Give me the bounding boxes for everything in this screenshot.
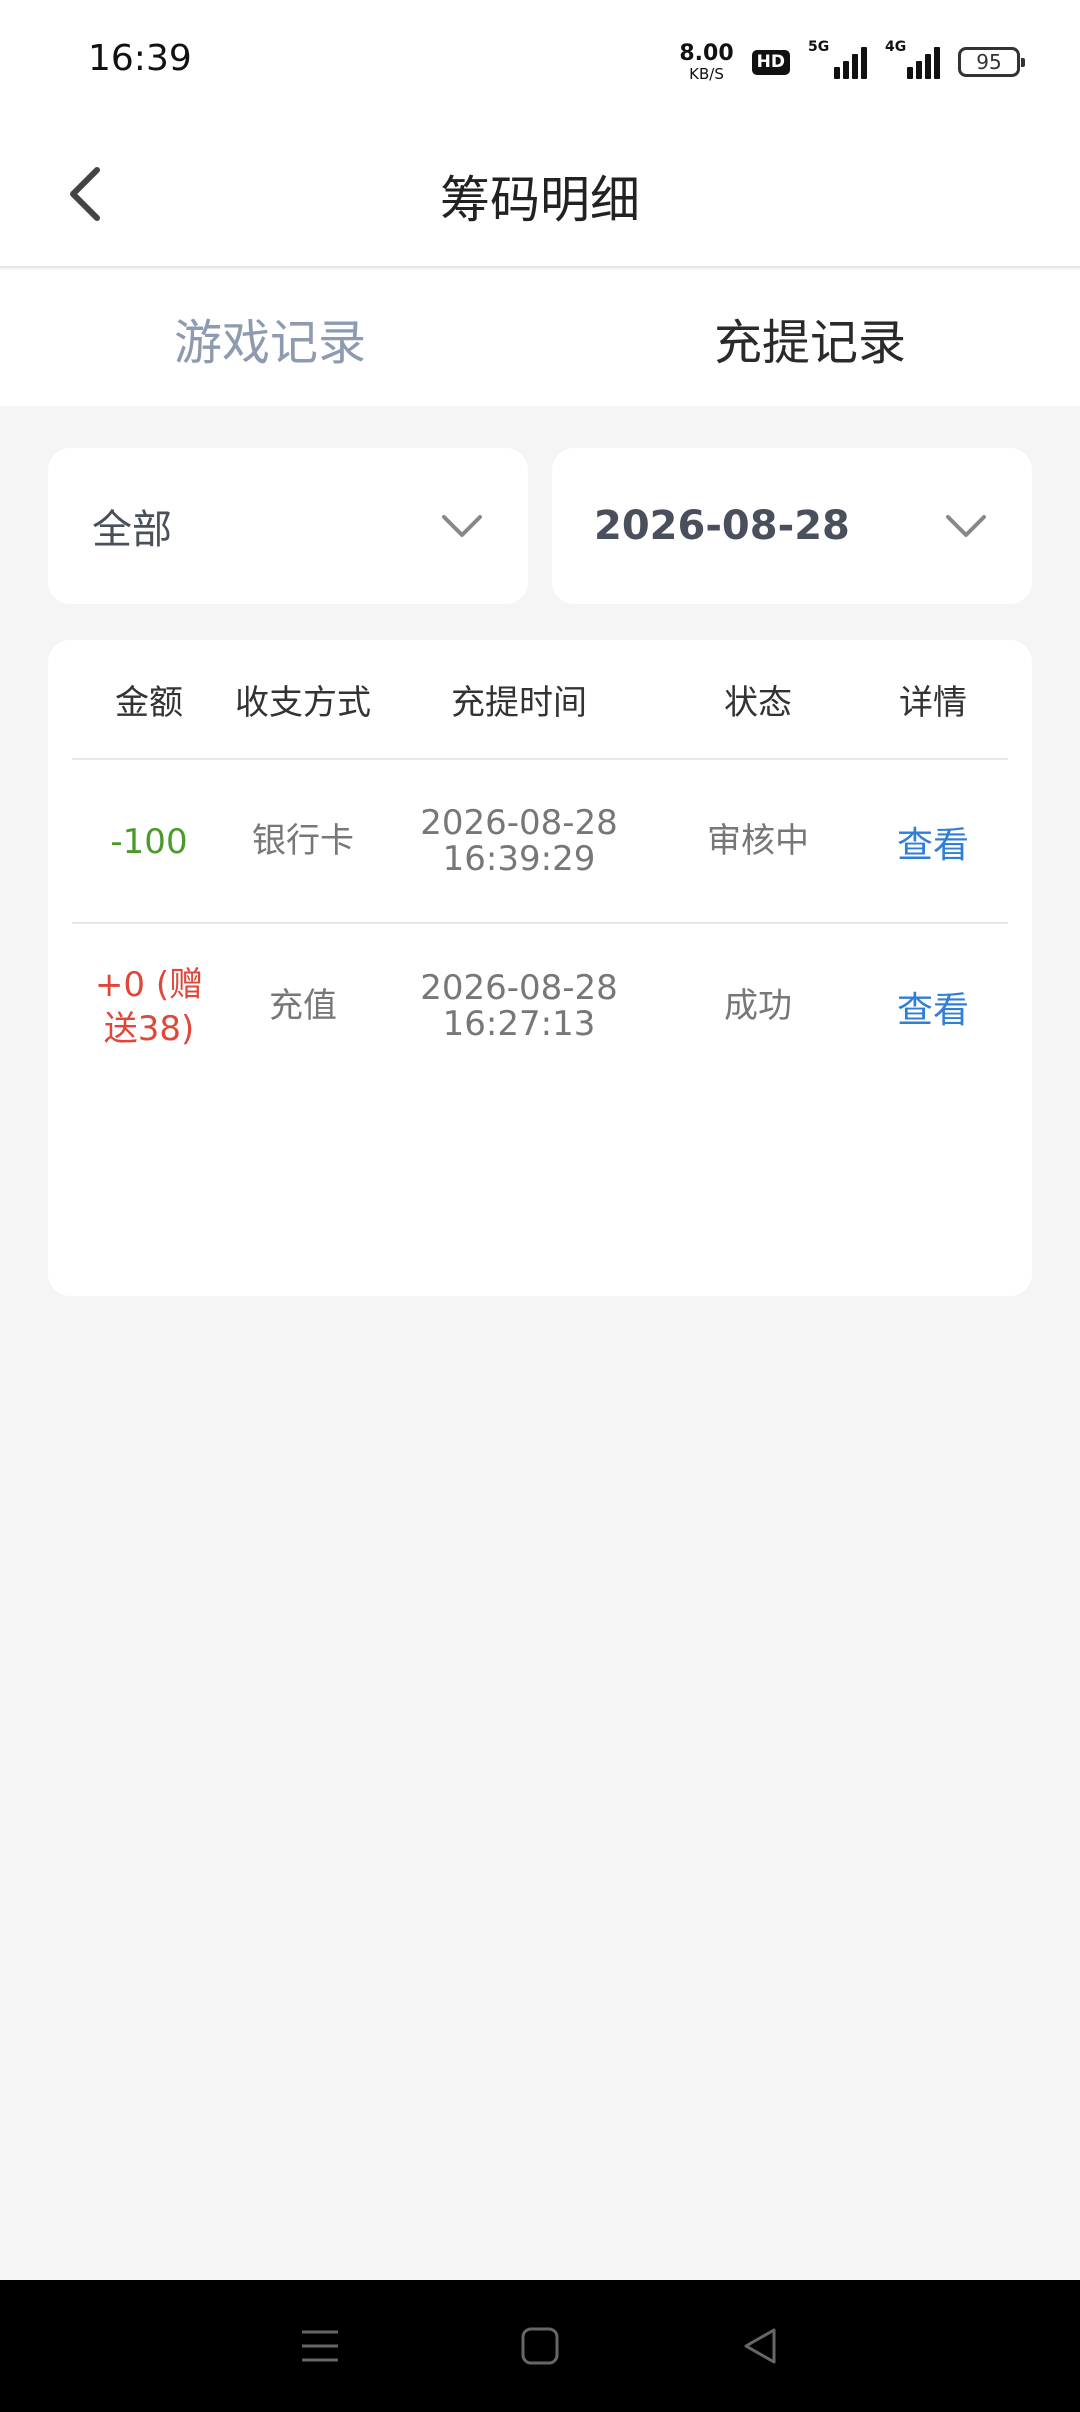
battery-icon: 95	[958, 47, 1025, 77]
records-table: 金额 收支方式 充提时间 状态 详情 -100 银行卡 2026-08-28 1…	[48, 640, 1032, 1296]
tab-deposit-withdraw-records[interactable]: 充提记录	[540, 270, 1080, 406]
battery-level: 95	[976, 50, 1002, 74]
column-header-status: 状态	[724, 682, 792, 723]
signal-4g-label: 4G	[885, 39, 907, 55]
type-filter-value: 全部	[92, 507, 172, 553]
page: 16:39 8.00 KB/S HD 5G 4G 95 筹码明细 游戏记录 充提…	[0, 0, 1080, 2412]
signal-4g-icon: 4G	[885, 39, 940, 79]
date-filter-value: 2026-08-28	[594, 503, 850, 549]
row-amount: -100	[110, 822, 188, 862]
column-header-amount: 金额	[115, 682, 183, 723]
row-status: 成功	[724, 986, 792, 1027]
network-speed-unit: KB/S	[689, 64, 724, 83]
table-row: +0 (赠 送38) 充值 2026-08-28 16:27:13 成功 查看	[72, 926, 1008, 1088]
status-indicators: 8.00 KB/S HD 5G 4G 95	[679, 38, 1025, 86]
row-method: 充值	[269, 986, 337, 1027]
table-header: 金额 收支方式 充提时间 状态 详情	[72, 640, 1008, 760]
column-header-detail: 详情	[899, 682, 967, 723]
tab-bar: 游戏记录 充提记录	[0, 270, 1080, 406]
row-time: 2026-08-28 16:27:13	[380, 926, 658, 1088]
row-time-clock: 16:39:29	[442, 839, 596, 879]
recent-apps-button[interactable]	[290, 2316, 350, 2376]
row-amount-line1: +0 (赠	[94, 964, 204, 1005]
network-speed-value: 8.00	[679, 40, 734, 66]
home-button[interactable]	[510, 2316, 570, 2376]
row-time: 2026-08-28 16:39:29	[380, 762, 658, 922]
row-time-clock: 16:27:13	[442, 1004, 596, 1044]
row-time-date: 2026-08-28	[420, 968, 618, 1009]
row-time-date: 2026-08-28	[420, 803, 618, 844]
chevron-down-icon	[442, 515, 482, 537]
status-bar: 16:39 8.00 KB/S HD 5G 4G 95	[0, 0, 1080, 120]
back-triangle-icon	[744, 2328, 776, 2364]
tab-game-records[interactable]: 游戏记录	[0, 270, 540, 406]
system-back-button[interactable]	[730, 2316, 790, 2376]
view-detail-link[interactable]: 查看	[858, 762, 1008, 922]
type-filter-dropdown[interactable]: 全部	[48, 448, 528, 604]
signal-5g-icon: 5G	[808, 39, 867, 79]
chevron-down-icon	[946, 515, 986, 537]
menu-icon	[302, 2330, 338, 2362]
table-row: -100 银行卡 2026-08-28 16:39:29 审核中 查看	[72, 762, 1008, 924]
status-time: 16:39	[88, 38, 192, 79]
hd-voice-icon: HD	[751, 49, 790, 75]
date-filter-dropdown[interactable]: 2026-08-28	[552, 448, 1032, 604]
system-navigation-bar	[0, 2280, 1080, 2412]
row-amount: +0 (赠 送38)	[72, 926, 226, 1088]
column-header-method: 收支方式	[235, 682, 371, 723]
page-title: 筹码明细	[440, 171, 640, 229]
view-detail-link[interactable]: 查看	[858, 926, 1008, 1088]
column-header-time: 充提时间	[451, 682, 587, 723]
row-status: 审核中	[707, 821, 809, 862]
network-speed: 8.00 KB/S	[679, 40, 734, 83]
row-amount-line2: 送38)	[103, 1009, 195, 1049]
home-square-icon	[521, 2327, 559, 2365]
signal-5g-label: 5G	[808, 39, 830, 55]
header: 筹码明细	[0, 120, 1080, 268]
row-method: 银行卡	[252, 821, 354, 862]
